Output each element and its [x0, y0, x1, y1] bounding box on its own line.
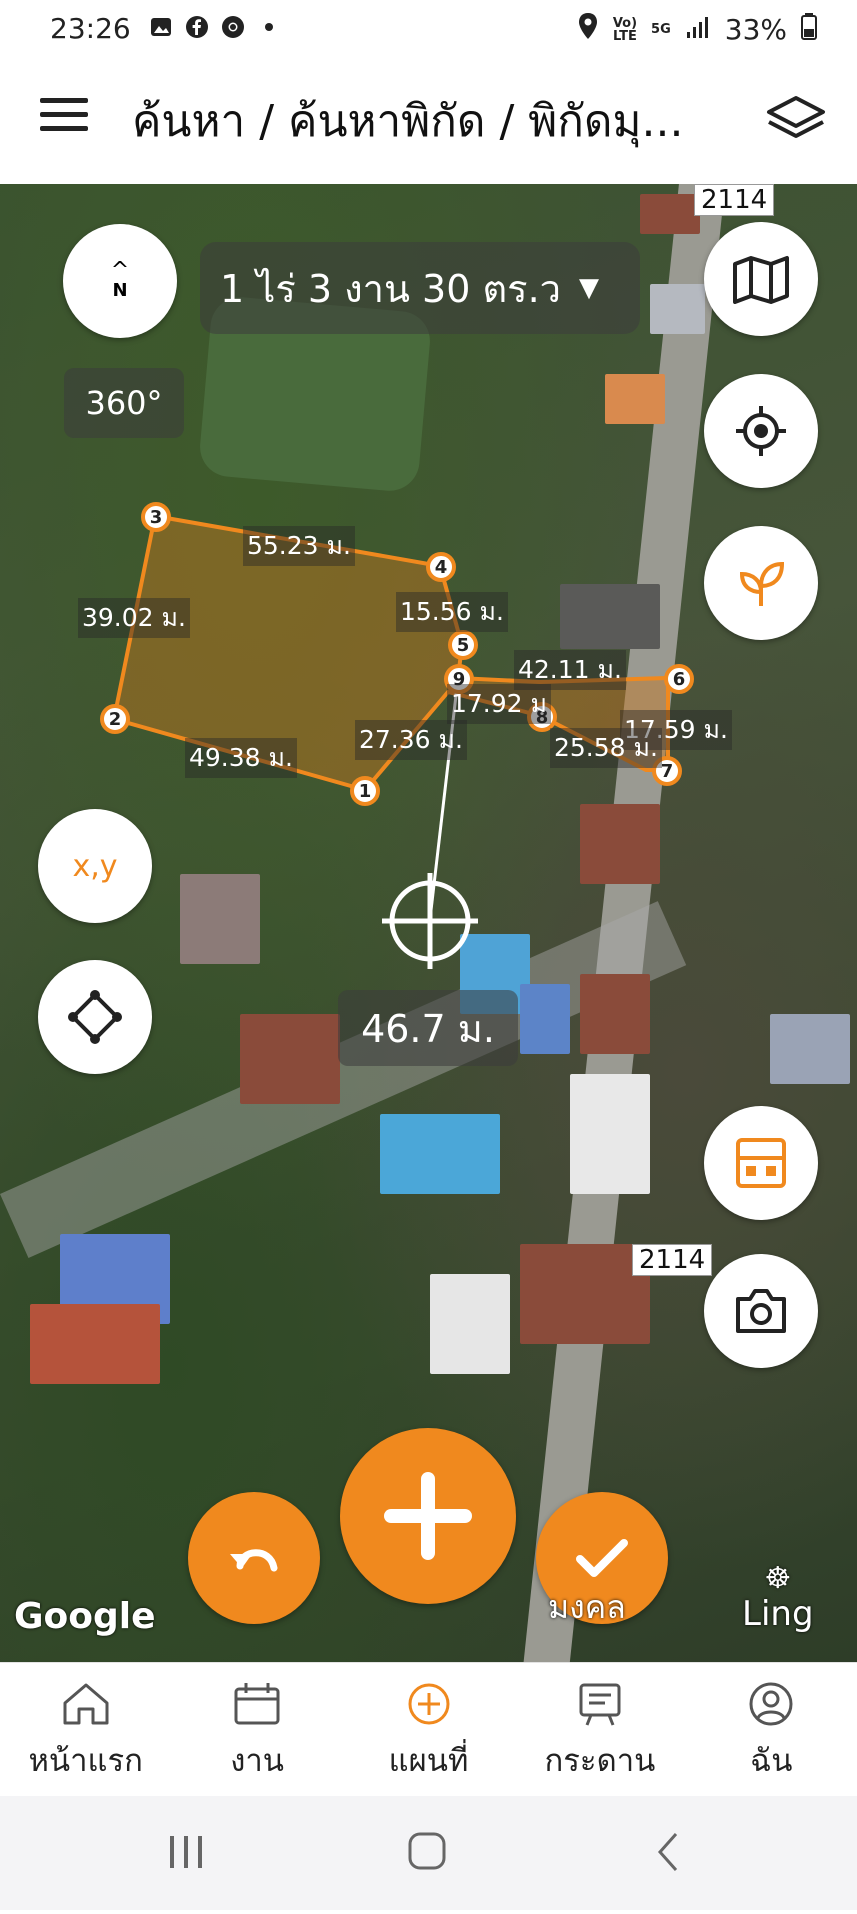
road-number: 2114	[632, 1244, 713, 1276]
check-icon	[576, 1539, 628, 1577]
plant-icon	[739, 561, 785, 606]
plus-icon	[384, 1472, 472, 1560]
map-icon	[733, 256, 789, 304]
nav-label: ฉัน	[750, 1743, 793, 1779]
crosshair-icon	[736, 406, 786, 456]
segment-length: 55.23 ม.	[243, 526, 355, 566]
add-circle-icon	[408, 1683, 450, 1725]
calculator-icon	[736, 1138, 786, 1188]
home-icon	[63, 1683, 109, 1725]
nav-work[interactable]: งาน	[171, 1663, 342, 1797]
camera-button[interactable]	[704, 1254, 818, 1368]
status-time: 23:26	[50, 12, 131, 45]
signal-icon	[685, 13, 711, 46]
road-number: 2114	[694, 184, 775, 216]
chrome-icon	[220, 14, 246, 40]
breadcrumb: ค้นหา / ค้นหาพิกัด / พิกัดมุ...	[132, 96, 684, 147]
area-summary[interactable]: 1 ไร่ 3 งาน 30 ตร.ว ▼	[200, 242, 640, 334]
battery-percent: 33%	[724, 13, 787, 46]
polygon-icon	[68, 990, 122, 1044]
dot-icon	[256, 14, 282, 40]
volte-indicator: Vo) LTE	[612, 15, 638, 44]
calendar-icon	[234, 1683, 280, 1725]
vertex-marker[interactable]: 3	[141, 502, 171, 532]
polygon-tool-button[interactable]	[38, 960, 152, 1074]
menu-button[interactable]	[40, 98, 88, 138]
nav-profile[interactable]: ฉัน	[686, 1663, 857, 1797]
vertex-marker[interactable]: 4	[426, 552, 456, 582]
nav-label: กระดาน	[544, 1743, 656, 1779]
battery-icon	[801, 12, 817, 47]
5g-indicator: 5G	[651, 22, 671, 37]
bottom-navigation: หน้าแรก งาน แผนที่ กระดาน ฉัน	[0, 1662, 857, 1797]
facebook-icon	[184, 14, 210, 40]
segment-length: 25.58 ม.	[550, 728, 662, 768]
nav-label: งาน	[230, 1743, 284, 1779]
rotation-label: 360°	[64, 368, 184, 438]
my-location-button[interactable]	[704, 374, 818, 488]
vertex-marker[interactable]: 6	[664, 664, 694, 694]
add-point-button[interactable]	[340, 1428, 516, 1604]
back-icon[interactable]	[657, 1833, 678, 1871]
map-type-button[interactable]	[704, 222, 818, 336]
compass-north: N	[112, 280, 128, 301]
vertex-marker[interactable]: 2	[100, 704, 130, 734]
area-text: 1 ไร่ 3 งาน 30 ตร.ว	[220, 266, 561, 311]
map-view[interactable]: 1 2 3 4 5 6 7 8 9 55.23 ม. 39.02 ม. 15.5…	[0, 184, 857, 1662]
board-icon	[579, 1683, 621, 1726]
nav-label: หน้าแรก	[28, 1743, 143, 1779]
nav-map[interactable]: แผนที่	[343, 1663, 514, 1797]
location-icon	[577, 12, 599, 47]
vertex-marker[interactable]: 1	[350, 776, 380, 806]
nav-label: แผนที่	[388, 1743, 469, 1779]
nav-board[interactable]: กระดาน	[514, 1663, 685, 1797]
user-icon	[749, 1682, 793, 1726]
system-navigation-bar	[0, 1796, 857, 1910]
camera-icon	[736, 1289, 786, 1333]
top-app-bar: ค้นหา / ค้นหาพิกัด / พิกัดมุ...	[0, 58, 857, 184]
plant-button[interactable]	[704, 526, 818, 640]
xy-label: x,y	[72, 848, 118, 884]
layers-icon[interactable]	[765, 94, 827, 144]
segment-length: 27.36 ม.	[355, 720, 467, 760]
recents-icon[interactable]	[170, 1836, 202, 1868]
gallery-icon	[148, 14, 174, 40]
coordinate-button[interactable]: x,y	[38, 809, 152, 923]
compass-button[interactable]: ^ N	[63, 224, 177, 338]
vertex-marker[interactable]: 5	[448, 630, 478, 660]
segment-length: 17.92 ม	[447, 684, 551, 724]
segment-length: 49.38 ม.	[185, 738, 297, 778]
ling-watermark: ☸ Ling	[742, 1561, 814, 1635]
segment-length: 39.02 ม.	[78, 598, 190, 638]
place-name: มงคล	[548, 1588, 626, 1626]
compass-arrow-icon: ^	[110, 258, 130, 283]
report-button[interactable]	[704, 1106, 818, 1220]
status-bar: 23:26 Vo) LTE 5G 33%	[0, 0, 857, 58]
undo-button[interactable]	[188, 1492, 320, 1624]
home-system-icon[interactable]	[408, 1832, 446, 1870]
segment-length: 15.56 ม.	[396, 592, 508, 632]
google-attribution: Google	[14, 1596, 156, 1637]
undo-icon	[230, 1549, 278, 1572]
cursor-distance: 46.7 ม.	[338, 990, 518, 1066]
ling-label: Ling	[742, 1594, 814, 1634]
chevron-down-icon[interactable]: ▼	[579, 273, 599, 303]
nav-home[interactable]: หน้าแรก	[0, 1663, 171, 1797]
dharma-wheel-icon: ☸	[764, 1561, 792, 1596]
